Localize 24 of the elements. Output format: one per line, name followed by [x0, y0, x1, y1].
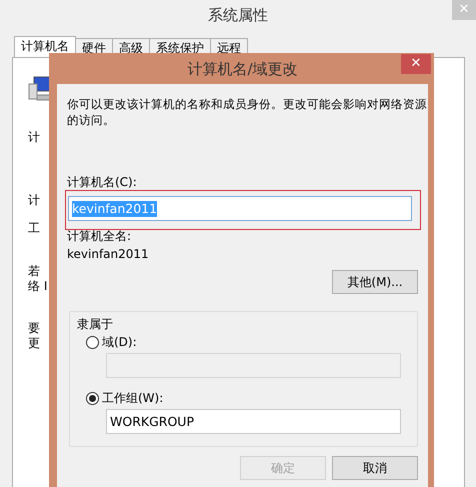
label-text: 工 — [28, 221, 40, 236]
radio-button[interactable] — [86, 336, 99, 348]
radio-button[interactable] — [86, 392, 99, 404]
label-text: 络 I — [28, 279, 48, 294]
label-text: 计 — [28, 130, 40, 145]
full-name-text: kevinfan2011 — [67, 246, 150, 262]
option-label: 工作组(W): — [102, 390, 164, 406]
label-text: 计 — [28, 193, 40, 208]
label-text: 若 — [28, 264, 40, 279]
description-text: 你可以更改该计算机的名称和成员身份。更改可能会影响对网络资源的访问。 — [67, 96, 427, 128]
close-button[interactable]: ✕ — [401, 54, 431, 74]
dialog-title: 计算机名/域更改 — [187, 60, 298, 76]
more-button[interactable]: 其他(M)... — [332, 270, 418, 294]
tab[interactable]: 计算机名 — [14, 36, 76, 57]
window-title: 系统属性 — [208, 7, 268, 23]
group-legend: 隶属于 — [77, 316, 401, 332]
text-field[interactable] — [106, 353, 401, 378]
label-text: 要 — [28, 321, 40, 336]
field-label: 计算机名(C): — [67, 174, 138, 190]
label-text: 更 — [28, 336, 40, 351]
text-field[interactable]: WORKGROUP — [106, 409, 401, 434]
option-label: 域(D): — [102, 334, 137, 350]
field-label: 计算机全名: — [67, 228, 132, 244]
dialog-button[interactable]: 取消 — [332, 456, 418, 480]
